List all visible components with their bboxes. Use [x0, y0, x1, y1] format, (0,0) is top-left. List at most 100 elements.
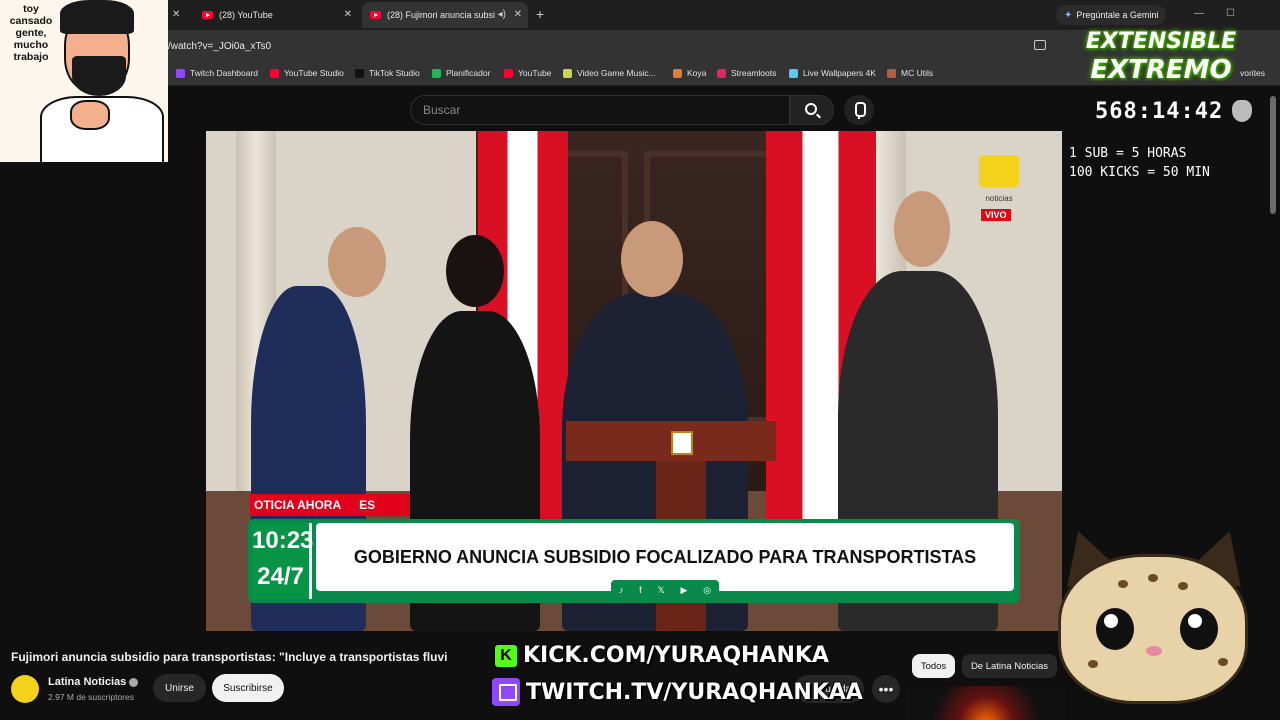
search-icon [805, 103, 817, 115]
gemini-label: Pregúntale a Gemini [1076, 10, 1159, 20]
cat-spot [1178, 582, 1188, 590]
bookmark-label: TikTok Studio [369, 68, 420, 78]
clock-247: 24/7 [257, 563, 304, 590]
scrollbar[interactable] [1270, 96, 1276, 214]
news-clock: 10:23 24/7 [252, 523, 314, 599]
twitch-handle: TWITCH.TV/YURAQHANKAA [492, 678, 863, 706]
bookmark-icon [270, 68, 279, 78]
voice-search-button[interactable] [844, 95, 874, 125]
search-button[interactable] [790, 95, 834, 125]
twitch-icon [492, 678, 520, 706]
event-title-line-1: EXTENSIBLE [1085, 29, 1237, 54]
bookmark-item[interactable]: Koya [673, 68, 706, 78]
minimize-icon[interactable]: — [1194, 8, 1204, 19]
bookmark-label: MC Utils [901, 68, 934, 78]
chip-channel[interactable]: De Latina Noticias [962, 654, 1057, 678]
bookmark-icon [432, 68, 441, 78]
cat-spot [1218, 658, 1228, 666]
bookmark-label: Video Game Music... [577, 68, 656, 78]
latina-logo [979, 155, 1019, 187]
cat-nose [1146, 646, 1162, 656]
video-title: Fujimori anuncia subsidio para transport… [11, 650, 448, 664]
tab-fujimori-video[interactable]: (28) Fujimori anuncia subsi ◂) ✕ [362, 2, 528, 28]
live-badge: VIVO [981, 209, 1011, 221]
bookmark-label: Streamloots [731, 68, 777, 78]
bookmark-label: Koya [687, 68, 707, 78]
gemini-button[interactable]: ✦ Pregúntale a Gemini [1056, 5, 1167, 25]
search-input[interactable]: Buscar [410, 95, 790, 125]
streamer-avatar: toy cansado gente, mucho trabajo [0, 0, 168, 162]
tiktok-icon: ♪ [618, 585, 624, 595]
bookmark-item[interactable]: Twitch Dashboard [176, 68, 258, 78]
bookmark-item[interactable]: MC Utils [887, 68, 933, 78]
bookmark-icon [355, 68, 364, 78]
avatar-hand [70, 100, 110, 130]
cat-eye [1096, 608, 1134, 650]
screen: ✕ (28) YouTube ✕ (28) Fujimori anuncia s… [0, 0, 1280, 720]
peru-seal-icon [671, 431, 693, 455]
bookmark-icon [176, 68, 185, 78]
facebook-icon: f [639, 585, 642, 595]
recommended-thumbnail[interactable] [906, 686, 1066, 720]
close-tab-icon[interactable]: ✕ [514, 9, 522, 20]
channel-avatar[interactable] [11, 675, 39, 703]
speaker-icon[interactable]: ◂) [498, 9, 506, 20]
close-tab-icon[interactable]: ✕ [344, 9, 352, 20]
x-icon: 𝕏 [657, 584, 665, 595]
clock-time: 10:23 [252, 527, 314, 554]
video-player[interactable]: noticias VIVO OTICIA AHORA ES 10:23 24/7… [206, 131, 1062, 631]
bookmark-icon [789, 68, 798, 78]
close-tab-icon[interactable]: ✕ [172, 9, 180, 20]
rule-kicks: 100 KICKS = 50 MIN [1069, 165, 1210, 180]
bookmark-item[interactable]: Video Game Music... [563, 68, 656, 78]
bookmark-item[interactable]: Planificador [432, 68, 490, 78]
chip-all[interactable]: Todos [912, 654, 955, 678]
subathon-rules: 1 SUB = 5 HORAS 100 KICKS = 50 MIN [1069, 144, 1210, 182]
subscriber-count: 2.97 M de suscriptores [48, 692, 134, 702]
bookmark-item[interactable]: Live Wallpapers 4K [789, 68, 876, 78]
channel-name[interactable]: Latina Noticias [48, 676, 139, 688]
avatar-hair [60, 0, 134, 34]
more-actions-button[interactable]: ••• [872, 675, 900, 703]
cat-spot [1148, 574, 1158, 582]
verified-icon [129, 677, 139, 687]
kick-icon: K [495, 644, 517, 667]
cast-icon[interactable] [1034, 40, 1046, 50]
subathon-timer: 568:14:42 [1095, 99, 1224, 124]
ticker-text: OTICIA AHORA [254, 498, 342, 512]
person-head [894, 191, 950, 267]
bookmark-icon [717, 68, 726, 78]
logo-text: noticias [985, 194, 1013, 203]
breaking-news-ticker: OTICIA AHORA ES [250, 494, 410, 516]
maximize-icon[interactable]: ☐ [1226, 8, 1235, 19]
bookmark-item[interactable]: YouTube [504, 68, 551, 78]
avatar-beard [72, 56, 126, 96]
event-title-line-2: EXTREMO [1090, 55, 1232, 85]
ticker-suffix: ES [359, 498, 376, 512]
bookmark-item[interactable]: Streamloots [717, 68, 776, 78]
bookmark-label: YouTube [518, 68, 552, 78]
gemini-icon: ✦ [1064, 9, 1073, 21]
bookmark-item[interactable]: YouTube Studio [270, 68, 344, 78]
new-tab-button[interactable]: + [536, 6, 544, 22]
tab-label: (28) Fujimori anuncia subsi [387, 10, 496, 20]
cat-mascot [1048, 522, 1280, 720]
bookmark-label: Twitch Dashboard [190, 68, 259, 78]
person-head [446, 235, 504, 307]
tab-label: (28) YouTube [219, 10, 273, 20]
youtube-icon [202, 11, 213, 19]
instagram-icon: ◎ [703, 584, 712, 595]
join-button[interactable]: Unirse [153, 674, 206, 702]
bookmark-icon [887, 68, 896, 78]
cat-spot [1118, 580, 1128, 588]
bookmark-item[interactable]: TikTok Studio [355, 68, 420, 78]
social-icons: ♪ f 𝕏 ▶ ◎ [611, 580, 719, 600]
cat-eye [1180, 608, 1218, 650]
person-head [621, 221, 683, 297]
channel-name-text: Latina Noticias [48, 676, 127, 688]
url-field[interactable]: /watch?v=_JOi0a_xTs0 [168, 41, 271, 52]
bookmark-label: Live Wallpapers 4K [803, 68, 876, 78]
event-title: EXTENSIBLE EXTREMO [1064, 28, 1258, 84]
subscribe-button[interactable]: Suscribirse [212, 674, 284, 702]
tab-youtube[interactable]: ✕ (28) YouTube ✕ [172, 2, 358, 28]
